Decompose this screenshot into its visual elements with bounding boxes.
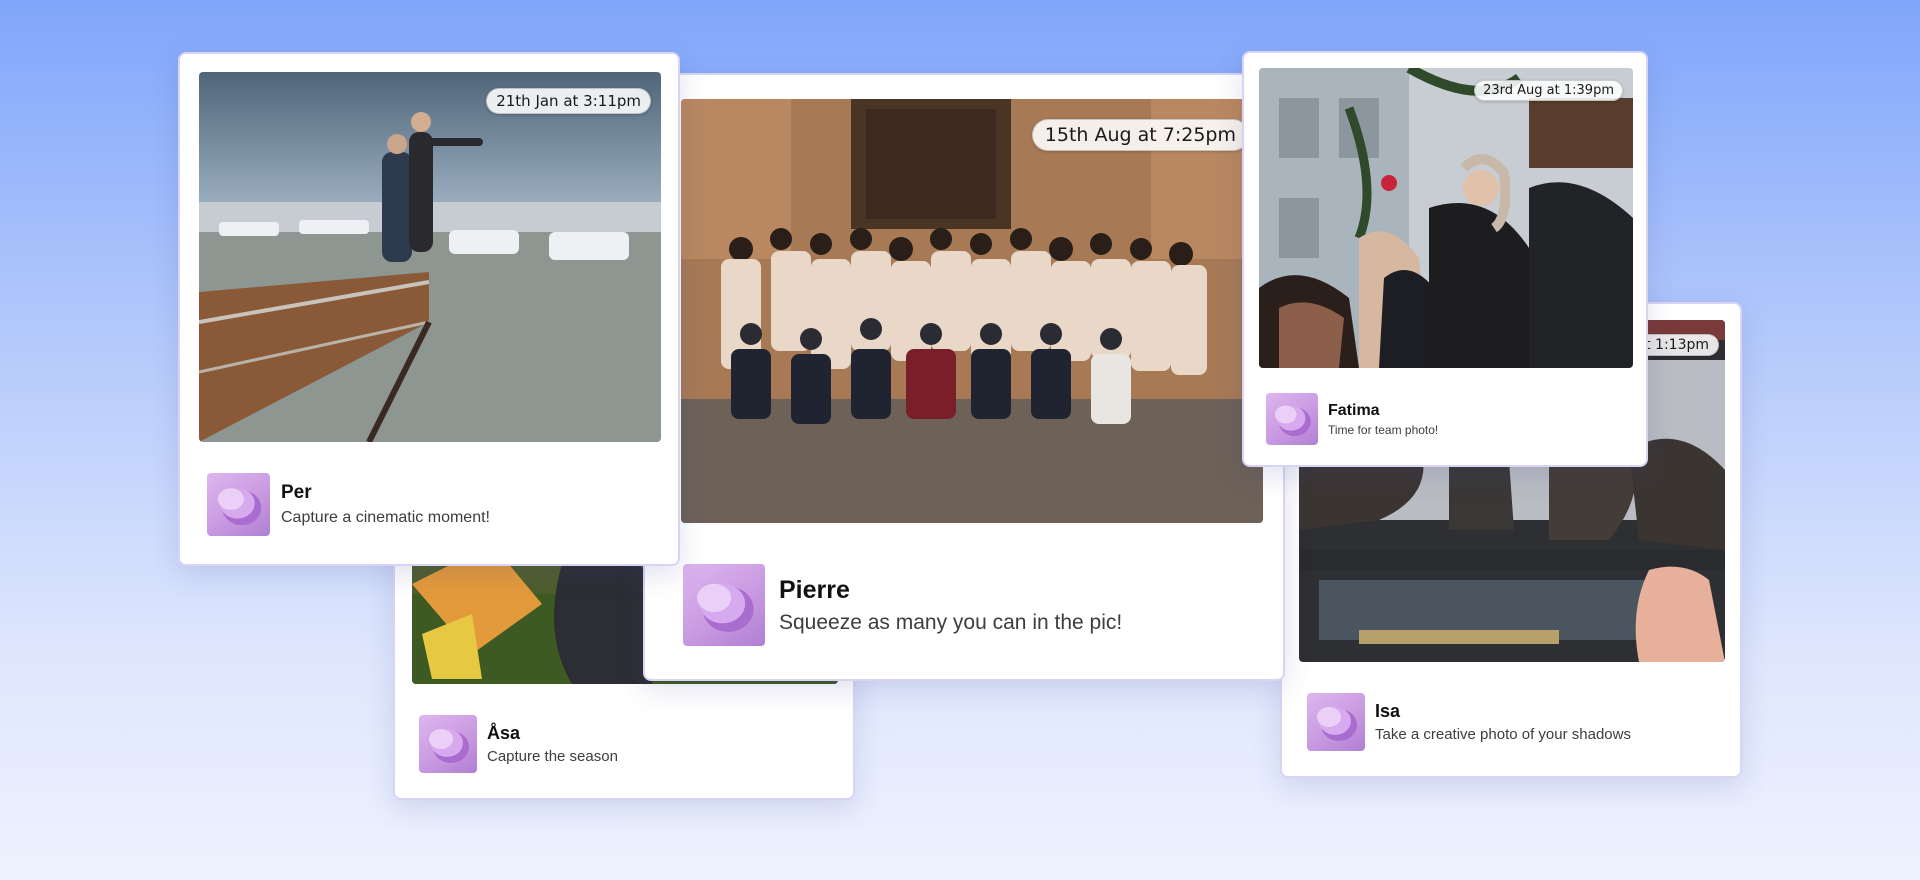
camera-app-icon (207, 472, 270, 536)
photo-prompt: Take a creative photo of your shadows (1375, 726, 1631, 743)
timestamp-badge: 23rd Aug at 1:39pm (1474, 80, 1623, 101)
photo-fatima-street[interactable]: 23rd Aug at 1:39pm (1259, 68, 1633, 368)
card-footer-asa: Åsa Capture the season (419, 714, 819, 774)
timestamp-badge: 15th Aug at 7:25pm (1031, 119, 1249, 151)
card-footer-pierre: Pierre Squeeze as many you can in the pi… (683, 563, 1243, 647)
card-footer-fatima: Fatima Time for team photo! (1266, 393, 1626, 445)
user-name: Åsa (487, 723, 521, 743)
card-footer-isa: Isa Take a creative photo of your shadow… (1307, 692, 1717, 752)
camera-app-icon (419, 715, 477, 773)
camera-app-icon (683, 564, 765, 646)
card-footer-per: Per Capture a cinematic moment! (207, 472, 647, 536)
photo-card-fatima[interactable]: 23rd Aug at 1:39pm Fatima Time for team … (1242, 51, 1648, 467)
photo-prompt: Time for team photo! (1328, 422, 1439, 437)
user-name: Isa (1375, 701, 1401, 721)
photo-prompt: Capture a cinematic moment! (281, 508, 490, 526)
camera-app-icon (1266, 393, 1318, 445)
user-name: Fatima (1328, 401, 1380, 419)
timestamp-badge: 21th Jan at 3:11pm (486, 88, 651, 114)
photo-per-marina[interactable]: 21th Jan at 3:11pm (199, 72, 661, 442)
camera-app-icon (1307, 693, 1365, 751)
user-name: Per (281, 481, 312, 503)
user-name: Pierre (779, 575, 850, 604)
photo-prompt: Squeeze as many you can in the pic! (779, 610, 1123, 634)
photo-pierre-group[interactable]: 15th Aug at 7:25pm (681, 99, 1263, 523)
photo-card-pierre[interactable]: 15th Aug at 7:25pm Pierre Squeeze as man… (643, 73, 1285, 681)
photo-card-per[interactable]: 21th Jan at 3:11pm Per Capture a cinemat… (178, 52, 680, 566)
photo-prompt: Capture the season (487, 748, 618, 765)
